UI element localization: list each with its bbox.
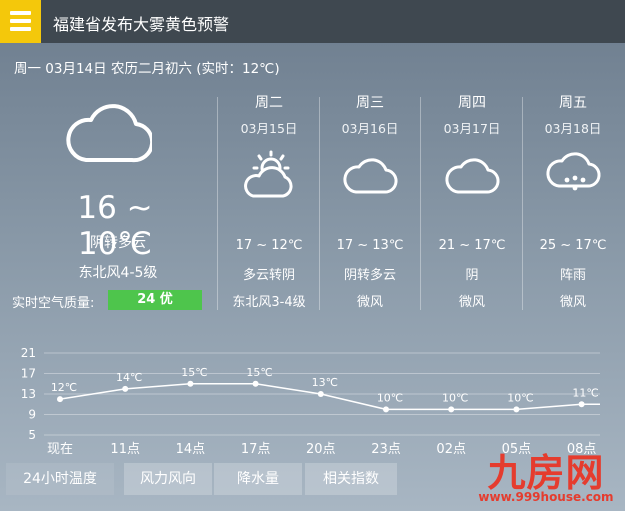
forecast-weather: 阴转多云 bbox=[343, 268, 396, 283]
tab-indices[interactable]: 相关指数 bbox=[305, 463, 397, 495]
forecast-day-name: 周三 bbox=[356, 95, 384, 111]
forecast-wind: 微风 bbox=[559, 295, 586, 310]
chart-y-tick-label: 9 bbox=[28, 408, 36, 422]
chart-data-label: 10℃ bbox=[507, 391, 533, 404]
chart-point bbox=[513, 406, 520, 413]
forecast-weather: 阴 bbox=[465, 268, 479, 283]
partly-sunny-cloud-icon bbox=[244, 150, 293, 198]
tab-precipitation[interactable]: 降水量 bbox=[214, 463, 302, 495]
chart-x-tick-label: 现在 bbox=[47, 442, 73, 457]
forecast-day-name: 周五 bbox=[559, 95, 587, 111]
forecast-wind: 微风 bbox=[356, 295, 383, 310]
chart-point bbox=[578, 401, 585, 408]
chart-data-label: 14℃ bbox=[116, 371, 142, 384]
chart-data-label: 13℃ bbox=[312, 376, 338, 389]
tab-24h-temperature[interactable]: 24小时温度 bbox=[6, 463, 114, 495]
chart-point bbox=[448, 406, 455, 413]
menu-button[interactable] bbox=[0, 0, 41, 43]
forecast-wind: 东北风3-4级 bbox=[232, 295, 306, 310]
chart-point bbox=[252, 380, 259, 387]
forecast-date: 03月15日 bbox=[240, 121, 298, 136]
column-divider bbox=[217, 97, 218, 310]
cloud-icon bbox=[343, 158, 398, 194]
today-wind: 东北风4-5级 bbox=[78, 265, 158, 281]
chart-x-tick-label: 20点 bbox=[306, 442, 336, 457]
chart-point bbox=[122, 385, 129, 392]
forecast-temp: 21 ~ 17℃ bbox=[438, 238, 506, 253]
site-watermark: 九房网 www.999house.com bbox=[468, 442, 624, 508]
chart-data-label: 10℃ bbox=[377, 391, 403, 404]
chart-x-tick-label: 23点 bbox=[371, 442, 401, 457]
air-quality-badge[interactable]: 24 优 bbox=[108, 290, 202, 310]
chart-point bbox=[317, 391, 324, 397]
menu-icon-bar bbox=[10, 11, 31, 15]
chart-data-label: 11℃ bbox=[572, 386, 598, 399]
column-divider bbox=[319, 97, 320, 310]
chart-data-label: 10℃ bbox=[442, 391, 468, 404]
forecast-weather: 阵雨 bbox=[559, 268, 586, 283]
menu-icon-bar bbox=[10, 19, 31, 23]
alert-title[interactable]: 福建省发布大雾黄色预警 bbox=[53, 11, 229, 35]
chart-x-tick-label: 02点 bbox=[436, 442, 466, 457]
forecast-temp: 17 ~ 13℃ bbox=[336, 238, 404, 253]
forecast-date: 03月17日 bbox=[443, 121, 501, 136]
chart-y-tick-label: 5 bbox=[28, 428, 36, 442]
menu-icon-bar bbox=[10, 27, 31, 31]
column-divider bbox=[522, 97, 523, 310]
chart-y-tick-label: 17 bbox=[21, 367, 36, 381]
forecast-date: 03月18日 bbox=[544, 121, 602, 136]
forecast-date: 03月16日 bbox=[341, 121, 399, 136]
rain-cloud-icon bbox=[546, 152, 601, 191]
forecast-wind: 微风 bbox=[458, 295, 485, 310]
chart-data-label: 12℃ bbox=[51, 381, 77, 394]
cloud-icon bbox=[445, 158, 500, 194]
watermark-logo: 九房网 bbox=[487, 451, 605, 495]
chart-y-tick-label: 21 bbox=[21, 346, 36, 360]
chart-data-label: 15℃ bbox=[181, 366, 207, 379]
watermark-url: www.999house.com bbox=[478, 490, 614, 504]
air-quality-label: 实时空气质量: bbox=[12, 296, 95, 311]
date-line: 周一 03月14日 农历二月初六 (实时：12℃) bbox=[14, 61, 280, 77]
forecast-temp: 17 ~ 12℃ bbox=[235, 238, 303, 253]
forecast-day-name: 周四 bbox=[458, 95, 486, 111]
chart-x-tick-label: 14点 bbox=[176, 442, 206, 457]
chart-point bbox=[57, 396, 63, 403]
tab-wind[interactable]: 风力风向 bbox=[124, 463, 212, 495]
chart-x-tick-label: 17点 bbox=[241, 442, 271, 457]
forecast-weather: 多云转阴 bbox=[242, 268, 295, 283]
chart-point bbox=[383, 406, 389, 413]
weather-widget: 福建省发布大雾黄色预警 周一 03月14日 农历二月初六 (实时：12℃) 16… bbox=[0, 0, 625, 511]
chart-x-tick-label: 11点 bbox=[110, 442, 140, 457]
chart-y-tick-label: 13 bbox=[21, 387, 36, 401]
top-bar: 福建省发布大雾黄色预警 bbox=[0, 0, 625, 43]
forecast-temp: 25 ~ 17℃ bbox=[539, 238, 607, 253]
column-divider bbox=[420, 97, 421, 310]
cloud-icon bbox=[66, 104, 152, 163]
chart-point bbox=[187, 380, 194, 387]
forecast-day-name: 周二 bbox=[255, 95, 283, 111]
chart-data-label: 15℃ bbox=[246, 366, 272, 379]
today-weather: 阴转多云 bbox=[90, 235, 146, 251]
